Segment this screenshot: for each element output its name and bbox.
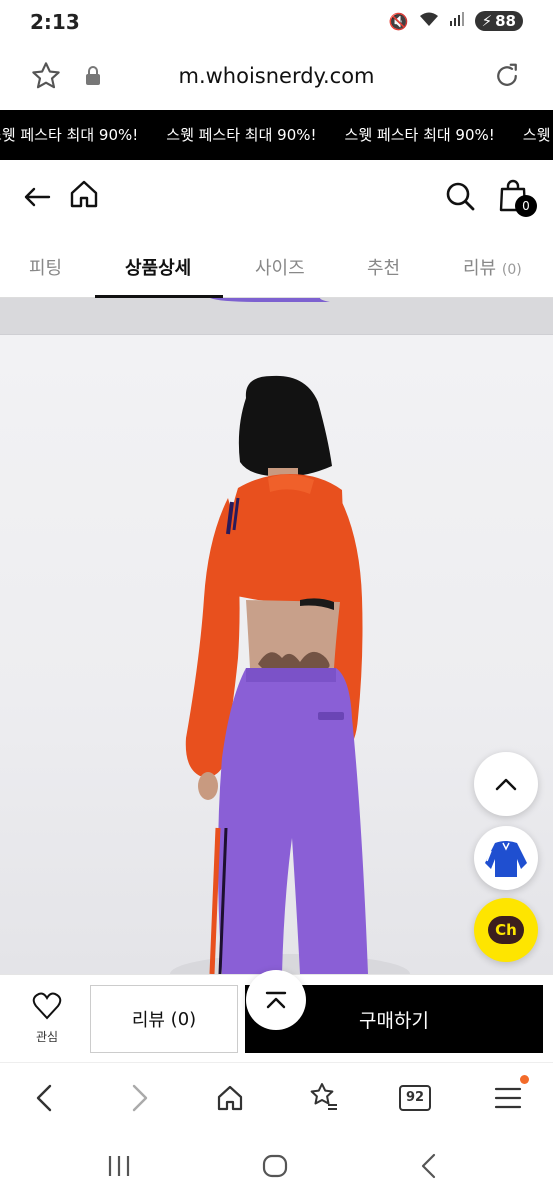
promo-text: 스웻 페스타 최대 90%! bbox=[344, 126, 495, 144]
system-home-icon[interactable] bbox=[262, 1154, 288, 1182]
product-detail-image bbox=[0, 298, 553, 974]
blue-jacket-thumbnail bbox=[485, 841, 527, 877]
promo-text: 스웻 페스타 최대 90%! bbox=[166, 126, 317, 144]
promo-text: 스웻 페스타 최대 90%! bbox=[522, 126, 553, 144]
battery-level: 88 bbox=[495, 12, 516, 30]
tab-review-count: (0) bbox=[501, 262, 522, 278]
cart-count-badge: 0 bbox=[515, 195, 537, 217]
model-photo bbox=[0, 298, 553, 974]
review-button[interactable]: 리뷰 (0) bbox=[90, 985, 238, 1053]
double-chevron-up-icon bbox=[265, 991, 287, 1009]
tab-product-detail[interactable]: 상품상세 bbox=[125, 254, 191, 280]
search-icon[interactable] bbox=[444, 180, 476, 216]
system-back-icon[interactable] bbox=[418, 1152, 438, 1184]
review-button-label: 리뷰 bbox=[131, 1010, 165, 1031]
battery-indicator: ⚡ 88 bbox=[474, 11, 523, 31]
system-navigation bbox=[0, 1134, 553, 1200]
recent-apps-icon[interactable] bbox=[106, 1154, 132, 1182]
wishlist-label: 관심 bbox=[35, 1030, 59, 1044]
url-text[interactable]: m.whoisnerdy.com bbox=[0, 64, 553, 88]
review-button-count: (0) bbox=[170, 1008, 197, 1030]
chevron-up-icon bbox=[495, 778, 517, 791]
bookmarks-icon[interactable] bbox=[307, 1081, 339, 1117]
tab-fitting[interactable]: 피팅 bbox=[29, 254, 62, 280]
buy-button-label: 구매하기 bbox=[359, 1009, 429, 1032]
wishlist-button[interactable]: 관심 bbox=[20, 992, 74, 1045]
home-icon[interactable] bbox=[68, 178, 100, 214]
chat-bubble-icon: Ch bbox=[488, 916, 524, 944]
tab-recommend[interactable]: 추천 bbox=[367, 254, 400, 280]
tab-review[interactable]: 리뷰 (0) bbox=[463, 254, 522, 280]
tab-size[interactable]: 사이즈 bbox=[255, 254, 305, 280]
browser-address-bar: m.whoisnerdy.com bbox=[0, 46, 553, 110]
recent-product-thumbnail[interactable] bbox=[474, 826, 538, 890]
promo-text: 스웻 페스타 최대 90%! bbox=[0, 126, 139, 144]
menu-notification-dot bbox=[520, 1075, 529, 1084]
status-time: 2:13 bbox=[30, 10, 80, 34]
signal-icon bbox=[449, 11, 465, 31]
site-header: 0 bbox=[0, 160, 553, 238]
reload-icon[interactable] bbox=[492, 61, 522, 95]
product-tabs: 피팅 상품상세 사이즈 추천 리뷰 (0) bbox=[0, 238, 553, 298]
back-arrow-icon[interactable] bbox=[22, 182, 52, 216]
collapse-bar-button[interactable] bbox=[246, 970, 306, 1030]
menu-icon[interactable] bbox=[494, 1085, 522, 1115]
tab-count: 92 bbox=[405, 1090, 425, 1105]
status-bar: 2:13 🔇 ⚡ 88 bbox=[0, 0, 553, 46]
status-icons: 🔇 ⚡ 88 bbox=[389, 11, 523, 31]
tab-switcher-button[interactable]: 92 bbox=[399, 1085, 431, 1111]
browser-navigation: 92 bbox=[0, 1062, 553, 1134]
browser-forward-icon[interactable] bbox=[128, 1083, 152, 1117]
scroll-up-button[interactable] bbox=[474, 752, 538, 816]
heart-icon bbox=[32, 992, 62, 1020]
wifi-icon bbox=[419, 11, 439, 31]
promo-banner[interactable]: 스웻 페스타 최대 90%! 스웻 페스타 최대 90%! 스웻 페스타 최대 … bbox=[0, 110, 553, 160]
mute-icon: 🔇 bbox=[388, 11, 409, 31]
browser-home-icon[interactable] bbox=[215, 1083, 245, 1117]
browser-back-icon[interactable] bbox=[32, 1083, 56, 1117]
chat-channel-button[interactable]: Ch bbox=[474, 898, 538, 962]
battery-leaf-icon: ⚡ bbox=[481, 12, 493, 30]
